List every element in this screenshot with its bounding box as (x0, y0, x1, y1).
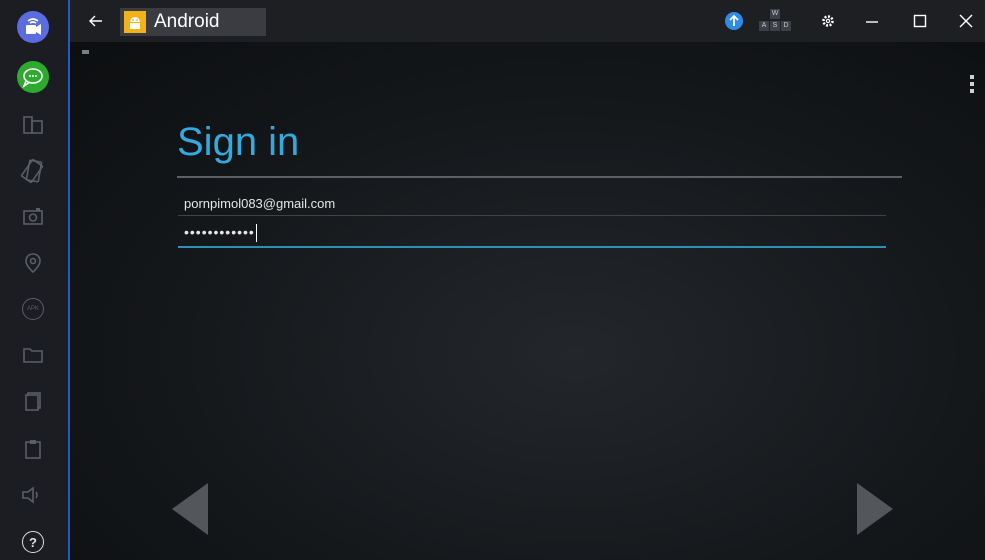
text-cursor (255, 224, 257, 243)
overflow-dot-icon (970, 82, 974, 86)
apk-icon: APK (22, 298, 44, 320)
key-d: D (781, 21, 791, 31)
gear-icon (822, 15, 834, 27)
back-nav-button[interactable] (170, 482, 210, 541)
multi-window-button[interactable] (16, 108, 50, 142)
volume-button[interactable] (16, 478, 50, 512)
android-screen: Sign in pornpimol083@gmail.com •••••••••… (70, 42, 985, 560)
chat-button[interactable] (16, 60, 50, 94)
maximize-icon (913, 14, 927, 28)
status-indicator (82, 50, 89, 54)
password-field[interactable]: •••••••••••• (178, 224, 886, 248)
multi-window-icon (23, 116, 43, 134)
location-button[interactable] (16, 246, 50, 280)
triangle-left-icon (172, 483, 208, 535)
rotate-icon (20, 158, 44, 184)
password-value: •••••••••••• (184, 224, 255, 240)
volume-icon (22, 486, 38, 504)
camera-button[interactable] (16, 200, 50, 234)
help-icon: ? (22, 531, 44, 553)
paste-icon (25, 440, 41, 459)
overflow-dot-icon (970, 89, 974, 93)
upload-arrow-icon (725, 12, 743, 30)
email-field[interactable]: pornpimol083@gmail.com (178, 196, 886, 216)
location-icon (25, 253, 41, 274)
overflow-dot-icon (970, 75, 974, 79)
video-call-icon (17, 11, 49, 43)
help-button[interactable]: ? (16, 525, 50, 559)
overflow-menu-button[interactable] (969, 75, 975, 93)
settings-button[interactable] (816, 10, 840, 32)
copy-button[interactable] (16, 384, 50, 418)
video-call-button[interactable] (16, 10, 50, 44)
copy-icon (25, 392, 41, 411)
maximize-button[interactable] (908, 10, 932, 32)
keyboard-mapping-button[interactable]: W A S D (756, 6, 796, 36)
back-arrow-icon (89, 15, 102, 27)
chat-icon (17, 61, 49, 93)
rotate-button[interactable] (16, 154, 50, 188)
help-label: ? (29, 534, 37, 550)
update-button[interactable] (722, 10, 746, 32)
back-button[interactable] (84, 10, 108, 32)
page-title: Sign in (177, 120, 300, 164)
minimize-button[interactable] (860, 10, 884, 32)
keyboard-mapping-icon: W A S D (758, 7, 794, 35)
minimize-icon (866, 21, 878, 23)
title-bar: Android W A S D (70, 0, 985, 42)
apk-install-button[interactable]: APK (16, 292, 50, 326)
triangle-right-icon (857, 483, 893, 535)
key-s: S (770, 21, 780, 31)
key-w: W (770, 9, 780, 19)
close-icon (959, 14, 973, 28)
android-icon (124, 11, 146, 33)
title-divider (177, 176, 902, 178)
apk-label: APK (26, 306, 39, 312)
next-nav-button[interactable] (855, 482, 895, 541)
folder-button[interactable] (16, 338, 50, 372)
folder-icon (23, 348, 43, 363)
app-tab[interactable]: Android (120, 8, 266, 36)
key-a: A (759, 21, 769, 31)
sidebar: APK ? (0, 0, 70, 560)
camera-icon (23, 208, 43, 225)
app-title: Android (154, 11, 220, 32)
close-button[interactable] (954, 10, 978, 32)
paste-button[interactable] (16, 432, 50, 466)
